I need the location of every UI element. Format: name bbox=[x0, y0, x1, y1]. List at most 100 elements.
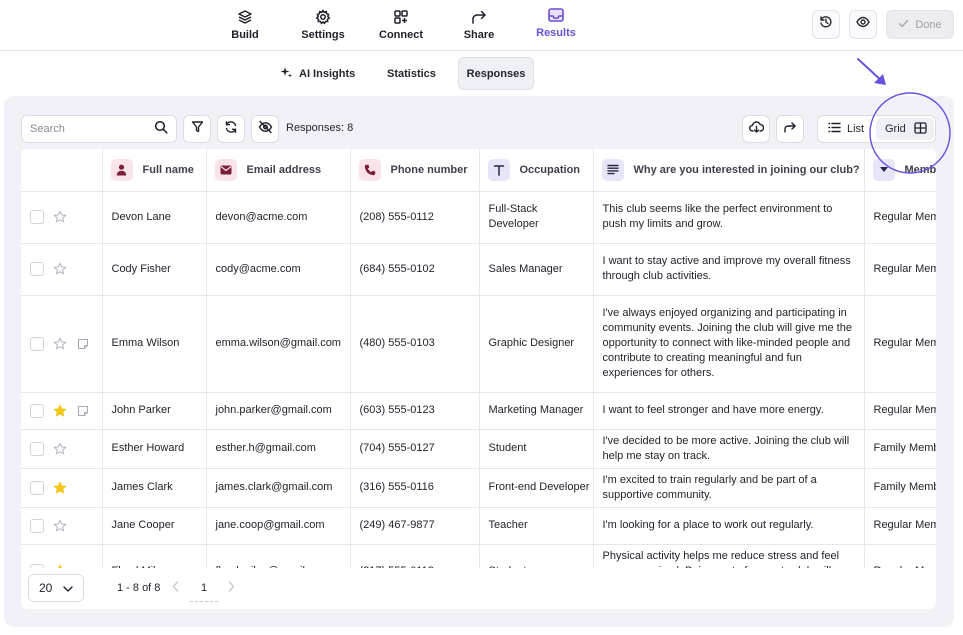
cell-occupation: Student bbox=[479, 544, 594, 568]
star-icon[interactable] bbox=[53, 519, 67, 533]
grid-view-label: Grid bbox=[885, 123, 906, 135]
column-label: Phone number bbox=[390, 163, 468, 176]
row-checkbox[interactable] bbox=[30, 403, 44, 418]
tab-statistics[interactable]: Statistics bbox=[377, 57, 446, 90]
paragraph-icon bbox=[601, 158, 624, 181]
page-range: 1 - 8 of 8 bbox=[117, 582, 161, 594]
search-input[interactable] bbox=[30, 123, 154, 135]
cell-occupation: Marketing Manager bbox=[479, 392, 594, 430]
per-page-select[interactable]: 20 bbox=[28, 574, 84, 602]
column-header-email[interactable]: Email address bbox=[206, 149, 351, 192]
row-controls bbox=[21, 507, 103, 545]
star-icon[interactable] bbox=[53, 210, 67, 224]
row-controls bbox=[21, 191, 103, 244]
cell-full-name: Floyd Miles bbox=[102, 544, 207, 568]
row-checkbox[interactable] bbox=[30, 262, 44, 276]
search-box[interactable] bbox=[21, 115, 177, 143]
dropdown-type-icon bbox=[872, 158, 895, 181]
inbox-icon bbox=[547, 6, 565, 24]
cell-phone: (603) 555-0123 bbox=[350, 392, 480, 430]
star-icon[interactable] bbox=[53, 481, 67, 495]
star-icon[interactable] bbox=[53, 262, 67, 276]
star-icon[interactable] bbox=[53, 404, 67, 418]
download-button[interactable] bbox=[742, 115, 770, 143]
nav-settings[interactable]: Settings bbox=[283, 0, 363, 50]
share-results-button[interactable] bbox=[776, 115, 804, 143]
star-icon[interactable] bbox=[53, 337, 67, 351]
eye-icon bbox=[856, 15, 870, 34]
tab-statistics-label: Statistics bbox=[387, 67, 436, 80]
row-checkbox[interactable] bbox=[30, 336, 44, 351]
done-button[interactable]: Done bbox=[886, 10, 954, 39]
nav-results-label: Results bbox=[536, 27, 576, 39]
note-icon[interactable] bbox=[76, 404, 90, 418]
current-page[interactable]: 1 bbox=[190, 574, 218, 602]
cell-email: esther.h@gmail.com bbox=[206, 429, 351, 469]
done-label: Done bbox=[915, 18, 942, 31]
responses-table: Full name Email address Phone number Occ… bbox=[21, 149, 936, 568]
preview-button[interactable] bbox=[849, 10, 877, 39]
check-icon bbox=[898, 18, 909, 32]
cell-reason: Physical activity helps me reduce stress… bbox=[593, 544, 865, 568]
cell-full-name: Cody Fisher bbox=[102, 243, 207, 296]
column-header-occupation[interactable]: Occupation bbox=[479, 149, 594, 192]
filter-button[interactable] bbox=[183, 115, 211, 143]
row-checkbox[interactable] bbox=[30, 480, 44, 495]
cell-membership: Family Membership bbox=[864, 468, 936, 508]
nav-results[interactable]: Results bbox=[516, 0, 596, 50]
nav-build[interactable]: Build bbox=[205, 0, 285, 50]
grid-view-button[interactable]: Grid bbox=[876, 118, 934, 140]
cell-reason: I want to feel stronger and have more en… bbox=[593, 392, 865, 430]
text-type-icon bbox=[487, 158, 510, 181]
table-row[interactable]: Cody Fisher cody@acme.com (684) 555-0102… bbox=[21, 243, 936, 296]
row-checkbox[interactable] bbox=[30, 518, 44, 533]
cell-membership: Family Membership bbox=[864, 429, 936, 469]
cell-reason: I'm looking for a place to work out regu… bbox=[593, 507, 865, 545]
table-row[interactable]: Jane Cooper jane.coop@gmail.com (249) 46… bbox=[21, 507, 936, 545]
note-icon[interactable] bbox=[76, 337, 90, 351]
column-header-reason[interactable]: Why are you interested in joining our cl… bbox=[593, 149, 865, 192]
cell-reason: I've always enjoyed organizing and parti… bbox=[593, 295, 865, 393]
table-row[interactable]: Floyd Miles floyd.miles@gmail.com (217) … bbox=[21, 544, 936, 568]
chevron-right-icon[interactable] bbox=[228, 581, 235, 595]
star-icon[interactable] bbox=[53, 442, 67, 456]
row-checkbox[interactable] bbox=[30, 441, 44, 456]
pagination-bar: 20 1 - 8 of 8 1 bbox=[21, 568, 936, 609]
view-toggle: List Grid bbox=[817, 115, 936, 143]
table-row[interactable]: James Clark james.clark@gmail.com (316) … bbox=[21, 468, 936, 508]
table-row[interactable]: Esther Howard esther.h@gmail.com (704) 5… bbox=[21, 429, 936, 469]
nav-build-label: Build bbox=[231, 29, 259, 41]
envelope-icon bbox=[214, 158, 237, 181]
column-header-membership[interactable]: Membership bbox=[864, 149, 937, 192]
column-label: Why are you interested in joining our cl… bbox=[633, 163, 860, 176]
table-row[interactable]: John Parker john.parker@gmail.com (603) … bbox=[21, 392, 936, 430]
cell-reason: I'm excited to train regularly and be pa… bbox=[593, 468, 865, 508]
nav-share[interactable]: Share bbox=[439, 0, 519, 50]
nav-connect[interactable]: Connect bbox=[361, 0, 441, 50]
row-checkbox[interactable] bbox=[30, 210, 44, 224]
search-icon bbox=[154, 120, 168, 139]
row-controls bbox=[21, 544, 103, 568]
cell-full-name: James Clark bbox=[102, 468, 207, 508]
table-row[interactable]: Devon Lane devon@acme.com (208) 555-0112… bbox=[21, 191, 936, 244]
refresh-button[interactable] bbox=[217, 115, 245, 143]
list-view-button[interactable]: List bbox=[818, 116, 876, 142]
column-header-full-name[interactable]: Full name bbox=[102, 149, 207, 192]
history-icon bbox=[819, 15, 833, 34]
cell-email: floyd.miles@gmail.com bbox=[206, 544, 351, 568]
column-label: Membership bbox=[904, 163, 937, 176]
table-row[interactable]: Emma Wilson emma.wilson@gmail.com (480) … bbox=[21, 295, 936, 393]
cell-occupation: Sales Manager bbox=[479, 243, 594, 296]
tab-responses[interactable]: Responses bbox=[458, 57, 534, 90]
per-page-value: 20 bbox=[39, 581, 53, 595]
column-label: Email address bbox=[246, 163, 322, 176]
chevron-left-icon[interactable] bbox=[172, 581, 179, 595]
row-controls bbox=[21, 295, 103, 393]
column-label: Full name bbox=[142, 163, 194, 176]
hide-columns-button[interactable] bbox=[251, 115, 279, 143]
history-button[interactable] bbox=[812, 10, 840, 39]
tab-ai-insights[interactable]: AI Insights bbox=[270, 57, 365, 90]
cell-membership: Regular Membership bbox=[864, 243, 936, 296]
tab-responses-label: Responses bbox=[466, 67, 526, 80]
column-header-phone[interactable]: Phone number bbox=[350, 149, 480, 192]
